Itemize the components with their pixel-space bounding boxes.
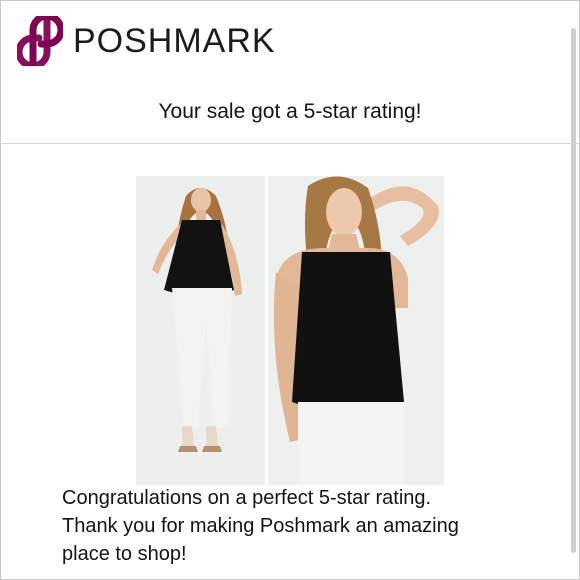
poshmark-logo-icon[interactable] [17, 16, 63, 66]
message-line: place to shop! [62, 543, 187, 565]
divider [0, 143, 580, 144]
header: POSHMARK [17, 16, 276, 66]
message-line: Congratulations on a perfect 5-star rati… [62, 487, 432, 509]
email-headline: Your sale got a 5-star rating! [158, 100, 422, 123]
message-line: Thank you for making Poshmark an amazing [62, 515, 459, 537]
congratulations-message: Congratulations on a perfect 5-star rati… [62, 484, 542, 568]
product-photo-closeup[interactable] [268, 176, 444, 485]
brand-wordmark[interactable]: POSHMARK [73, 22, 276, 61]
product-photo-full-body[interactable] [136, 176, 265, 485]
